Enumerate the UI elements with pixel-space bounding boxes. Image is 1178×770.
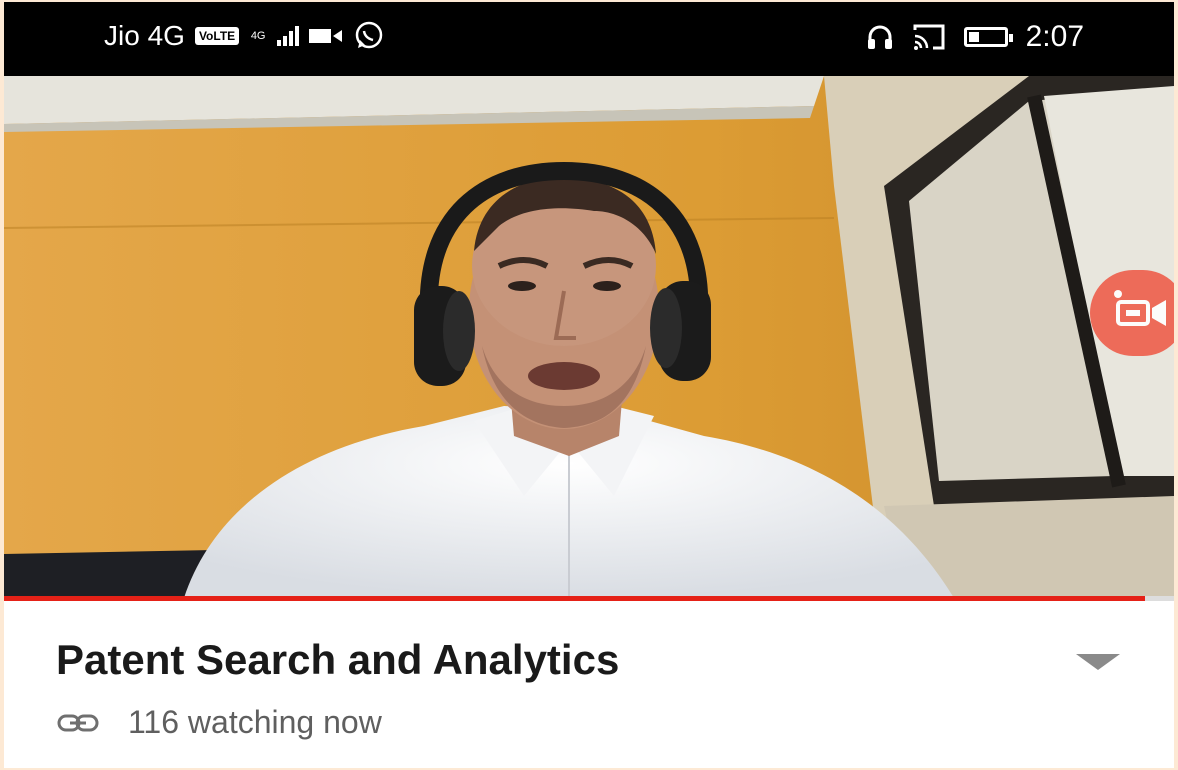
battery-icon	[963, 27, 1013, 47]
volte-badge: VoLTE	[194, 27, 240, 45]
status-bar: Jio 4G VoLTE 4G 2:07	[4, 2, 1174, 76]
cast-icon	[913, 24, 945, 50]
watching-row: 116 watching now	[56, 704, 382, 741]
link-icon	[57, 714, 99, 731]
video-title: Patent Search and Analytics	[56, 636, 620, 683]
status-right: 2:07	[866, 20, 1084, 54]
collapse-icon[interactable]	[1076, 654, 1120, 670]
video-player[interactable]	[4, 76, 1174, 598]
headphones-icon	[867, 25, 892, 49]
record-icon	[1114, 290, 1166, 326]
video-frame	[4, 76, 1174, 598]
video-progress-fill	[4, 596, 1145, 601]
watching-count: 116 watching now	[128, 704, 382, 740]
signal-icon	[277, 26, 300, 46]
network-type: 4G	[250, 30, 266, 42]
status-time: 2:07	[1025, 20, 1084, 53]
video-call-icon	[309, 29, 343, 43]
app-frame: Jio 4G VoLTE 4G 2:07 Patent Search and A…	[4, 2, 1174, 768]
carrier-label: Jio 4G	[104, 20, 185, 51]
status-left: Jio 4G VoLTE 4G	[104, 20, 385, 52]
record-button[interactable]	[1090, 270, 1174, 356]
whatsapp-icon	[355, 21, 383, 49]
video-progress-bar[interactable]	[4, 596, 1174, 601]
